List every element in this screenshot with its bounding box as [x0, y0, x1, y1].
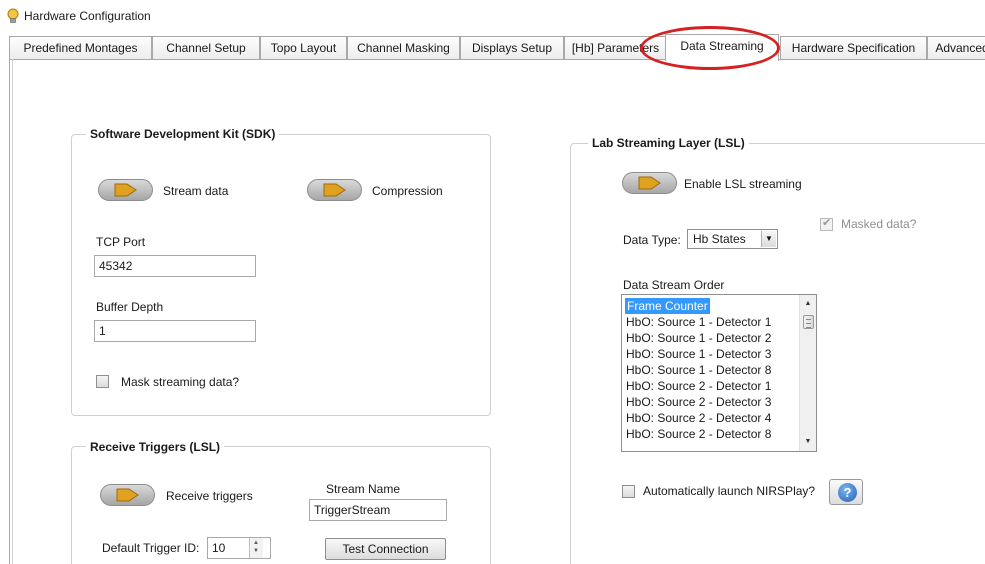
- list-item[interactable]: HbO: Source 1 - Detector 3: [626, 346, 771, 362]
- tab-predefined-montages[interactable]: Predefined Montages: [9, 36, 152, 60]
- list-item[interactable]: HbO: Source 2 - Detector 4: [626, 410, 771, 426]
- spin-down-icon: ▼: [253, 548, 259, 554]
- window-title: Hardware Configuration: [24, 9, 151, 23]
- orange-arrow-knob-icon: [323, 183, 346, 197]
- panel-border: [9, 59, 10, 564]
- masked-data-label: Masked data?: [841, 217, 917, 231]
- panel-border-inner: [12, 59, 13, 564]
- compression-label: Compression: [372, 184, 443, 198]
- dropdown-arrow-icon: ▼: [761, 231, 776, 247]
- compression-toggle[interactable]: [307, 179, 362, 201]
- buffer-depth-label: Buffer Depth: [96, 300, 164, 314]
- tcp-port-label: TCP Port: [96, 235, 146, 249]
- help-button[interactable]: ?: [829, 479, 863, 505]
- check-mark-icon: ✔: [822, 217, 832, 229]
- data-stream-order-list[interactable]: Frame Counter HbO: Source 1 - Detector 1…: [621, 294, 817, 452]
- scroll-down-icon[interactable]: ▼: [800, 435, 816, 449]
- test-connection-button[interactable]: Test Connection: [325, 538, 446, 560]
- autolaunch-label: Automatically launch NIRSPlay?: [643, 484, 816, 498]
- sdk-group-title: Software Development Kit (SDK): [86, 127, 280, 141]
- list-scrollbar[interactable]: ▲ ▼: [799, 295, 816, 451]
- list-item[interactable]: Frame Counter: [625, 298, 710, 314]
- buffer-depth-input[interactable]: 1: [94, 320, 256, 342]
- tab-hardware-specification[interactable]: Hardware Specification: [780, 36, 927, 60]
- lsl-group-title: Lab Streaming Layer (LSL): [588, 136, 749, 150]
- help-icon: ?: [838, 483, 857, 502]
- list-item[interactable]: HbO: Source 1 - Detector 1: [626, 314, 771, 330]
- tab-advanced[interactable]: Advanced: [927, 36, 985, 60]
- lightbulb-icon: [7, 8, 19, 23]
- receive-triggers-label: Receive triggers: [166, 489, 253, 503]
- data-type-select[interactable]: Hb States ▼: [687, 229, 778, 249]
- orange-arrow-knob-icon: [638, 176, 661, 190]
- spin-up-icon: ▲: [253, 540, 259, 546]
- tcp-port-input[interactable]: 45342: [94, 255, 256, 277]
- enable-lsl-toggle[interactable]: [622, 172, 677, 194]
- scroll-thumb[interactable]: [803, 315, 814, 329]
- highlight-annotation: [640, 26, 780, 70]
- list-item[interactable]: HbO: Source 1 - Detector 2: [626, 330, 771, 346]
- list-item[interactable]: HbO: Source 2 - Detector 1: [626, 378, 771, 394]
- tab-channel-masking[interactable]: Channel Masking: [347, 36, 460, 60]
- mask-streaming-checkbox[interactable]: [96, 375, 109, 388]
- masked-data-checkbox[interactable]: ✔: [820, 217, 833, 231]
- enable-lsl-label: Enable LSL streaming: [684, 177, 802, 191]
- list-item[interactable]: HbO: Source 2 - Detector 8: [626, 426, 771, 442]
- data-type-value: Hb States: [693, 232, 746, 246]
- tab-topo-layout[interactable]: Topo Layout: [260, 36, 347, 60]
- stream-data-toggle[interactable]: [98, 179, 153, 201]
- mask-streaming-label: Mask streaming data?: [121, 375, 240, 389]
- data-type-label: Data Type:: [623, 233, 681, 247]
- orange-arrow-knob-icon: [116, 488, 139, 502]
- stream-data-label: Stream data: [163, 184, 229, 198]
- scroll-up-icon[interactable]: ▲: [800, 297, 816, 311]
- receive-triggers-toggle[interactable]: [100, 484, 155, 506]
- tab-channel-setup[interactable]: Channel Setup: [152, 36, 260, 60]
- tab-displays-setup[interactable]: Displays Setup: [460, 36, 564, 60]
- tab-underline: [9, 59, 985, 60]
- trigger-id-spinner[interactable]: ▲ ▼: [249, 538, 263, 558]
- stream-name-input[interactable]: TriggerStream: [309, 499, 447, 521]
- data-stream-order-label: Data Stream Order: [623, 278, 725, 292]
- orange-arrow-knob-icon: [114, 183, 137, 197]
- autolaunch-checkbox[interactable]: [622, 485, 635, 498]
- stream-name-label: Stream Name: [326, 482, 401, 496]
- triggers-group-title: Receive Triggers (LSL): [86, 440, 225, 454]
- list-item[interactable]: HbO: Source 1 - Detector 8: [626, 362, 771, 378]
- default-trigger-id-label: Default Trigger ID:: [102, 541, 200, 555]
- title-bar: Hardware Configuration: [0, 0, 985, 32]
- tab-strip: Predefined Montages Channel Setup Topo L…: [9, 34, 985, 61]
- list-item[interactable]: HbO: Source 2 - Detector 3: [626, 394, 771, 410]
